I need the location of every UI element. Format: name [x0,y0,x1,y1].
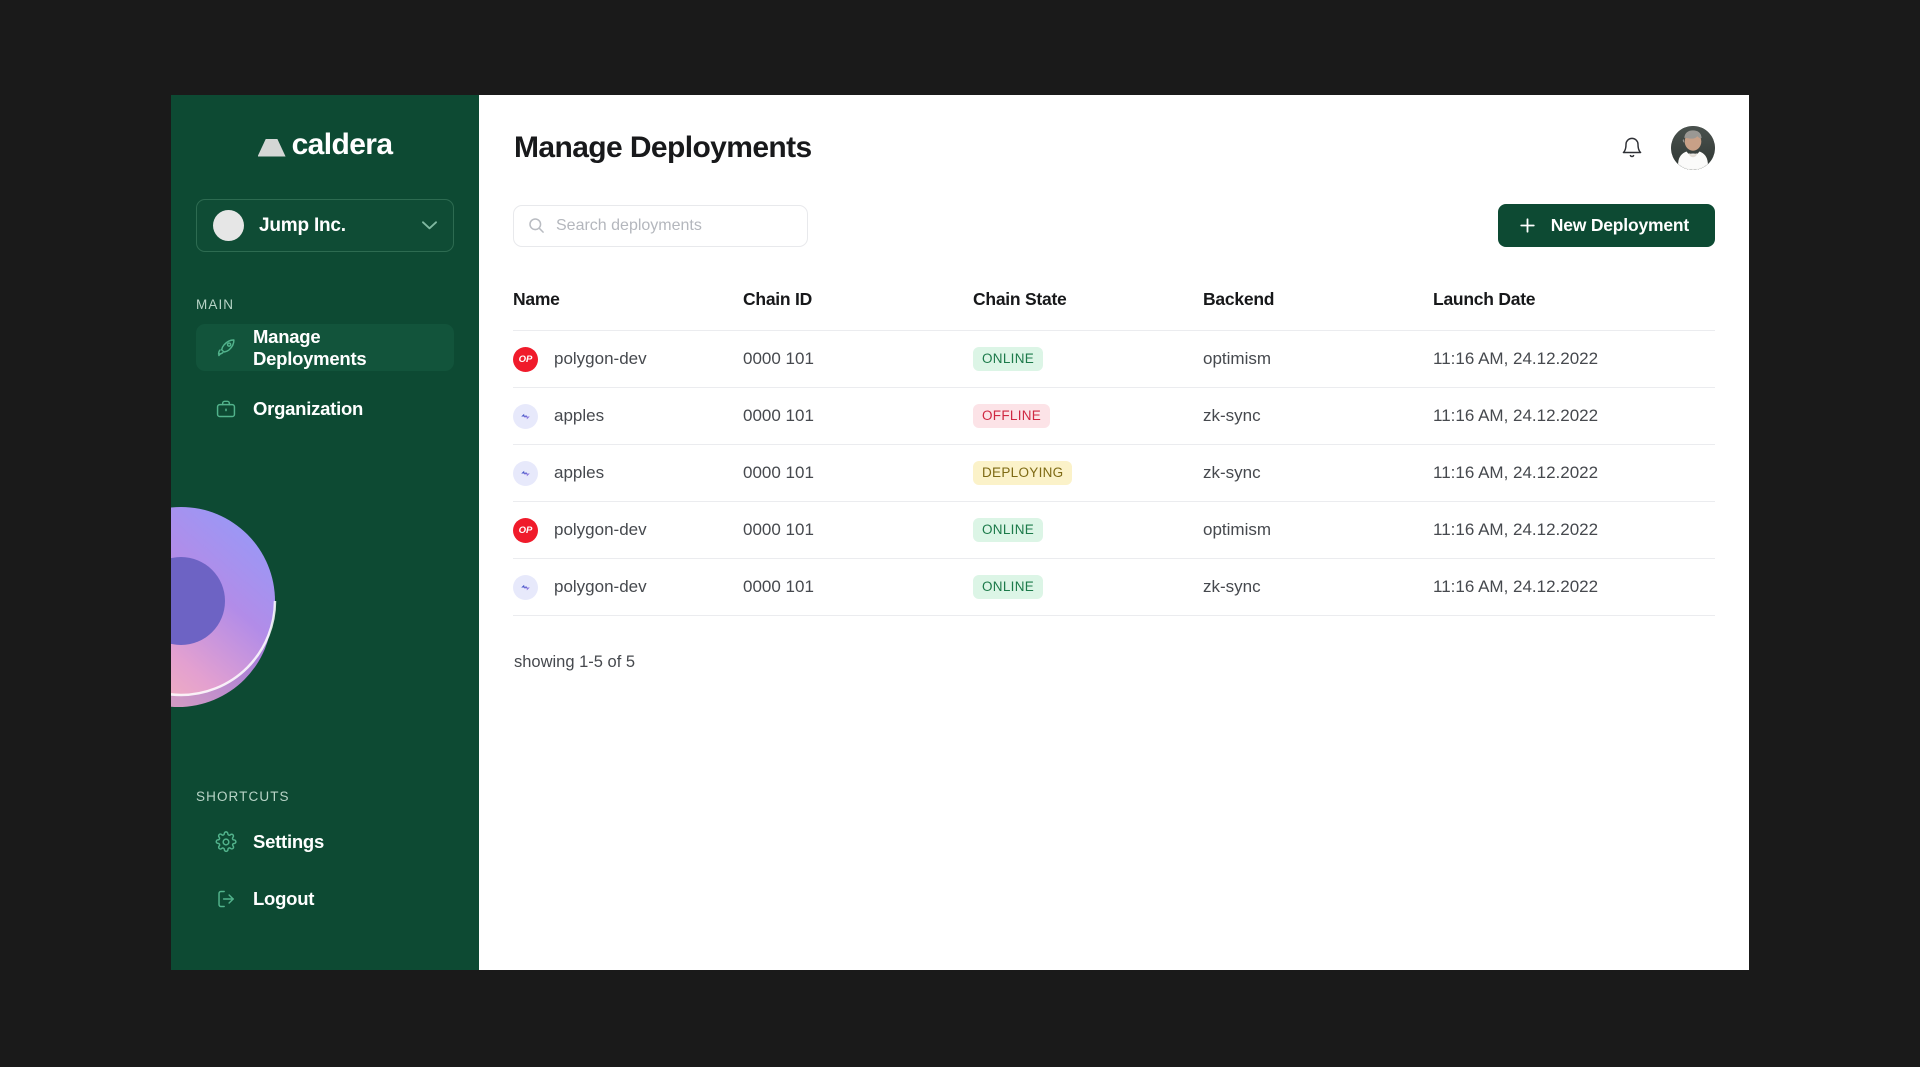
cell-chain-id: 0000 101 [743,330,973,388]
rocket-icon [214,336,237,359]
sidebar-item-logout-label: Logout [253,887,315,909]
logo-wordmark: caldera [291,128,393,161]
cell-launch-date: 11:16 AM, 24.12.2022 [1433,387,1715,445]
table-row[interactable]: polygon-dev 0000 101 ONLINE zk-sync 11:16 AM… [513,558,1715,616]
zksync-logo-icon [513,403,538,429]
table-row[interactable]: apples 0000 101 OFFLINE zk-sync 11:16 AM, 24… [513,387,1715,445]
sidebar-shortcuts-nav: Settings Logout [171,818,479,922]
optimism-logo-icon: OP [513,517,538,543]
table-row[interactable]: OP polygon-dev 0000 101 ONLINE optimism 11:16… [513,501,1715,559]
deployment-name: apples [554,406,605,425]
cell-launch-date: 11:16 AM, 24.12.2022 [1433,501,1715,559]
deployment-name: apples [554,463,605,482]
status-badge: ONLINE [973,518,1044,542]
sidebar-item-settings-label: Settings [253,830,324,852]
cell-name: polygon-dev [513,558,743,616]
cell-backend: optimism [1203,501,1433,559]
search-box[interactable] [513,204,808,247]
deployment-name: polygon-dev [554,349,647,368]
cell-launch-date: 11:16 AM, 24.12.2022 [1433,444,1715,502]
briefcase-icon [214,397,237,420]
cell-chain-id: 0000 101 [743,387,973,445]
status-badge: ONLINE [973,347,1044,371]
cell-backend: zk-sync [1203,558,1433,616]
sidebar-item-settings[interactable]: Settings [196,818,454,865]
zksync-logo-icon [513,574,538,600]
sidebar-item-manage-deployments[interactable]: Manage Deployments [196,324,454,371]
cell-backend: zk-sync [1203,444,1433,502]
table-header-row: Name Chain ID Chain State Backend Launch… [513,289,1715,331]
sidebar-section-main-label: MAIN [196,297,235,312]
cell-launch-date: 11:16 AM, 24.12.2022 [1433,558,1715,616]
status-badge: ONLINE [973,575,1044,599]
header-actions [1617,126,1715,170]
app-window: caldera Jump Inc. MAIN Manage Deployment… [171,95,1749,970]
new-deployment-button[interactable]: New Deployment [1497,204,1715,247]
table-row[interactable]: apples 0000 101 DEPLOYING zk-sync 11:16 AM, … [513,444,1715,502]
cell-chain-state: ONLINE [973,558,1203,616]
sidebar-item-logout[interactable]: Logout [196,875,454,922]
sidebar-item-organization[interactable]: Organization [196,385,454,432]
table-head: Name Chain ID Chain State Backend Launch… [513,289,1715,331]
zksync-logo-icon [513,460,538,486]
pagination-summary: showing 1-5 of 5 [514,653,636,671]
cell-chain-id: 0000 101 [743,444,973,502]
column-header-name[interactable]: Name [513,289,743,331]
optimism-logo-icon: OP [513,346,538,372]
cell-name: apples [513,387,743,445]
sidebar-item-manage-deployments-label: Manage Deployments [253,325,367,369]
cell-name: OP polygon-dev [513,330,743,388]
sidebar: caldera Jump Inc. MAIN Manage Deployment… [171,95,479,970]
cell-launch-date: 11:16 AM, 24.12.2022 [1433,330,1715,388]
gear-icon [214,830,237,853]
deployment-name: polygon-dev [554,577,647,596]
gradient-torus-decoration [171,507,277,707]
plus-icon [1518,216,1537,235]
page-title: Manage Deployments [514,131,812,164]
cell-backend: zk-sync [1203,387,1433,445]
caldera-mountain-icon [257,138,286,157]
app-logo: caldera [171,128,479,162]
new-deployment-label: New Deployment [1550,215,1689,235]
user-avatar[interactable] [1671,126,1715,170]
sidebar-main-nav: Manage Deployments Organization [171,324,479,432]
search-input[interactable] [556,216,793,235]
cell-chain-id: 0000 101 [743,558,973,616]
column-header-launch-date[interactable]: Launch Date [1433,289,1715,331]
org-name-label: Jump Inc. [259,214,346,236]
cell-chain-state: OFFLINE [973,387,1203,445]
cell-chain-state: ONLINE [973,330,1203,388]
cell-name: apples [513,444,743,502]
cell-chain-state: ONLINE [973,501,1203,559]
bell-icon[interactable] [1617,133,1647,163]
deployments-table: Name Chain ID Chain State Backend Launch… [513,289,1715,616]
sidebar-section-shortcuts-label: SHORTCUTS [196,789,290,804]
toolbar: New Deployment [513,204,1715,247]
main-header: Manage Deployments [513,95,1715,170]
status-badge: OFFLINE [973,404,1051,428]
org-avatar [213,210,244,241]
chevron-down-icon [422,221,437,230]
table-body: OP polygon-dev 0000 101 ONLINE optimism 11:16… [513,330,1715,616]
column-header-chain-id[interactable]: Chain ID [743,289,973,331]
table-row[interactable]: OP polygon-dev 0000 101 ONLINE optimism 11:16… [513,330,1715,388]
deployment-name: polygon-dev [554,520,647,539]
search-icon [528,217,545,234]
cell-name: OP polygon-dev [513,501,743,559]
cell-backend: optimism [1203,330,1433,388]
cell-chain-id: 0000 101 [743,501,973,559]
main-content: Manage Deployments Search deployments Ne… [479,95,1749,970]
cell-chain-state: DEPLOYING [973,444,1203,502]
column-header-chain-state[interactable]: Chain State [973,289,1203,331]
column-header-backend[interactable]: Backend [1203,289,1433,331]
status-badge: DEPLOYING [973,461,1073,485]
logout-icon [214,887,237,910]
sidebar-item-organization-label: Organization [253,397,364,419]
org-selector[interactable]: Jump Inc. [196,199,454,252]
sidebar-shortcuts-section: SHORTCUTS Settings Logout [171,789,479,932]
